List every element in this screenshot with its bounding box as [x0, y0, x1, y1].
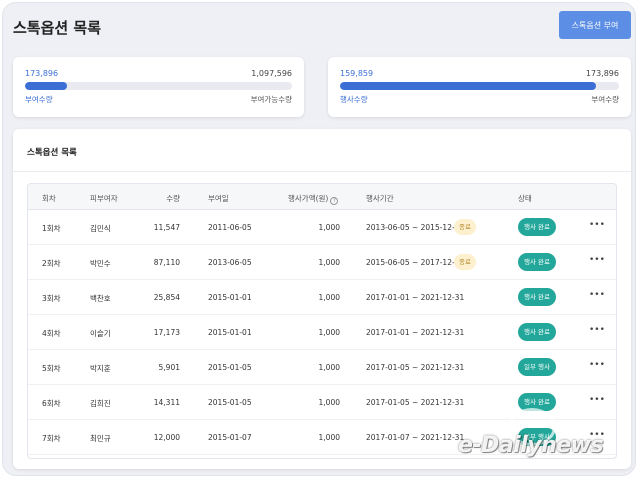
- row-exercise-period: 2017-01-07 ~ 2021-12-31: [366, 433, 465, 442]
- header-exercise-period: 행사기간: [366, 194, 394, 203]
- status-badge: 행사 완료: [518, 323, 556, 341]
- grantable-quantity-label: 부여가능수량: [250, 95, 292, 104]
- row-grantee: 김희진: [90, 399, 111, 408]
- row-grant-date: 2015-01-01: [208, 293, 252, 302]
- row-round: 3회차: [42, 294, 61, 303]
- row-grant-date: 2015-01-05: [208, 398, 252, 407]
- row-grant-date: 2015-01-01: [208, 328, 252, 337]
- row-grantee: 김민식: [90, 224, 111, 233]
- exercised-quantity-label: 행사수량: [340, 95, 368, 104]
- status-badge: 일부 행사: [518, 358, 556, 376]
- app-frame: 스톡옵션 목록 스톡옵션 부여 173,896 1,097,596 부여수량 부…: [2, 2, 636, 476]
- row-grant-date: 2015-01-05: [208, 363, 252, 372]
- row-round: 6회차: [42, 399, 61, 408]
- ended-badge: 종료: [454, 219, 476, 235]
- row-exercise-price: 1,000: [318, 363, 340, 372]
- watermark-logo: e-Dailynews: [458, 433, 604, 458]
- row-round: 1회차: [42, 224, 61, 233]
- grant-progress-fill: [25, 82, 68, 90]
- header-grant-date: 부여일: [208, 194, 229, 203]
- table-row: 3회차 백찬호 25,854 2015-01-01 1,000 2017-01-01 ~ …: [28, 280, 616, 315]
- help-icon[interactable]: ?: [330, 197, 339, 205]
- more-options-icon[interactable]: •••: [589, 394, 605, 408]
- more-options-icon[interactable]: •••: [589, 254, 605, 268]
- status-badge: 행사 완료: [518, 288, 556, 306]
- more-options-icon[interactable]: •••: [589, 219, 605, 233]
- row-round: 5회차: [42, 364, 61, 373]
- row-quantity: 87,110: [153, 258, 180, 267]
- page-title: 스톡옵션 목록: [13, 19, 102, 37]
- row-quantity: 11,547: [153, 223, 180, 232]
- granted-quantity-label: 부여수량: [25, 95, 53, 104]
- row-grant-date: 2013-06-05: [208, 258, 252, 267]
- header-round: 회차: [42, 194, 56, 203]
- table-row: 5회차 박지훈 5,901 2015-01-05 1,000 2017-01-05 ~ 2…: [28, 350, 616, 385]
- row-round: 4회차: [42, 329, 61, 338]
- table-row: 1회차 김민식 11,547 2011-06-05 1,000 2013-06-05 ~ …: [28, 210, 616, 245]
- row-exercise-price: 1,000: [318, 223, 340, 232]
- row-exercise-price: 1,000: [318, 398, 340, 407]
- table-row: 2회차 박민수 87,110 2013-06-05 1,000 2015-06-05 ~ …: [28, 245, 616, 280]
- row-quantity: 25,854: [153, 293, 180, 302]
- row-grantee: 최민규: [90, 434, 111, 443]
- row-exercise-price: 1,000: [318, 328, 340, 337]
- row-grantee: 백찬호: [90, 294, 111, 303]
- exercised-quantity-value: 159,859: [340, 69, 374, 78]
- more-options-icon[interactable]: •••: [589, 359, 605, 373]
- table-row: 4회차 이슬기 17,173 2015-01-01 1,000 2017-01-01 ~ …: [28, 315, 616, 350]
- status-badge: 행사 완료: [518, 253, 556, 271]
- grant-progress-bar: [25, 82, 292, 90]
- more-options-icon[interactable]: •••: [589, 289, 605, 303]
- row-round: 2회차: [42, 259, 61, 268]
- row-grantee: 이슬기: [90, 329, 111, 338]
- exercise-summary-card: 159,859 173,896 행사수량 부여수량: [328, 57, 631, 117]
- grant-summary-card: 173,896 1,097,596 부여수량 부여가능수량: [13, 57, 304, 117]
- row-grantee: 박지훈: [90, 364, 111, 373]
- row-exercise-price: 1,000: [318, 293, 340, 302]
- list-title: 스톡옵션 목록: [27, 148, 77, 158]
- row-exercise-price: 1,000: [318, 258, 340, 267]
- exercise-progress-fill: [340, 82, 597, 90]
- row-grantee: 박민수: [90, 259, 111, 268]
- row-exercise-period: 2017-01-05 ~ 2021-12-31: [366, 398, 465, 407]
- exercise-progress-bar: [340, 82, 619, 90]
- header-grantee: 피부여자: [90, 194, 118, 203]
- row-exercise-period: 2015-06-05 ~ 2017-12-31: [366, 258, 465, 267]
- table-header: 회차 피부여자 수량 부여일 행사가액(원)? 행사기간 상태: [28, 184, 616, 210]
- header-exercise-price: 행사가액(원): [288, 194, 329, 203]
- row-quantity: 12,000: [153, 433, 180, 442]
- header-quantity: 수량: [166, 194, 180, 203]
- header-status: 상태: [518, 194, 532, 203]
- row-quantity: 17,173: [153, 328, 180, 337]
- row-exercise-period: 2017-01-01 ~ 2021-12-31: [366, 328, 465, 337]
- granted-total-label: 부여수량: [591, 95, 619, 104]
- row-grant-date: 2011-06-05: [208, 223, 252, 232]
- status-badge: 행사 완료: [518, 218, 556, 236]
- row-exercise-period: 2013-06-05 ~ 2015-12-31: [366, 223, 465, 232]
- row-exercise-period: 2017-01-05 ~ 2021-12-31: [366, 363, 465, 372]
- row-grant-date: 2015-01-07: [208, 433, 252, 442]
- row-round: 7회차: [42, 434, 61, 443]
- grant-stock-option-button[interactable]: 스톡옵션 부여: [559, 11, 631, 39]
- row-quantity: 5,901: [158, 363, 180, 372]
- more-options-icon[interactable]: •••: [589, 324, 605, 338]
- row-quantity: 14,311: [153, 398, 180, 407]
- row-exercise-period: 2017-01-01 ~ 2021-12-31: [366, 293, 465, 302]
- divider: [13, 171, 631, 172]
- granted-total-value: 173,896: [585, 69, 619, 78]
- header-exercise-price-wrap: 행사가액(원)?: [288, 193, 339, 205]
- granted-quantity-value: 173,896: [25, 69, 59, 78]
- grantable-quantity-value: 1,097,596: [251, 69, 292, 78]
- row-exercise-price: 1,000: [318, 433, 340, 442]
- ended-badge: 종료: [454, 254, 476, 270]
